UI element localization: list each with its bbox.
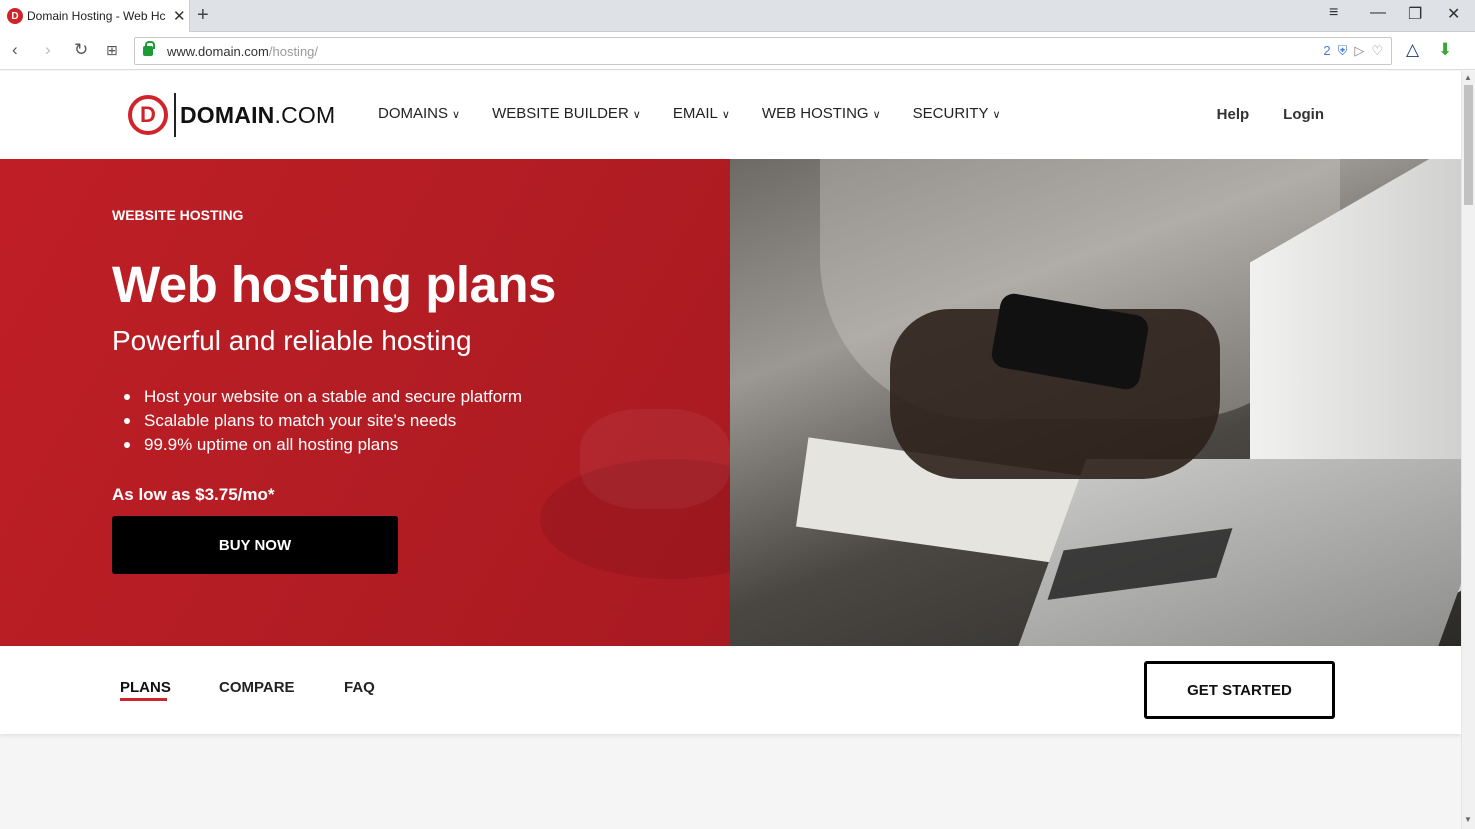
browser-tab-bar: D Domain Hosting - Web Hc ✕ + ≡ — ❐ ✕ <box>0 0 1475 32</box>
chevron-down-icon: ∨ <box>452 109 461 121</box>
buy-now-button[interactable]: BUY NOW <box>112 516 398 574</box>
list-item: Host your website on a stable and secure… <box>124 385 522 409</box>
lock-icon <box>143 41 155 56</box>
scroll-thumb[interactable] <box>1464 85 1473 205</box>
hero-section: WEBSITE HOSTING Web hosting plans Powerf… <box>0 159 1461 646</box>
get-started-button[interactable]: GET STARTED <box>1144 661 1335 719</box>
browser-tab[interactable]: D Domain Hosting - Web Hc ✕ <box>0 0 190 32</box>
scroll-up-icon[interactable]: ▲ <box>1464 73 1472 82</box>
page-scrollbar[interactable]: ▲ ▼ <box>1461 71 1475 829</box>
nav-website-builder[interactable]: WEBSITE BUILDER ∨ <box>492 105 641 122</box>
domain-logo[interactable]: D DOMAIN.COM <box>128 93 335 137</box>
hero-subtitle: Powerful and reliable hosting <box>112 325 472 356</box>
shield-icon[interactable]: ⛨ <box>1338 43 1348 59</box>
main-nav: DOMAINS ∨ WEBSITE BUILDER ∨ EMAIL ∨ WEB HOS… <box>378 105 1033 122</box>
address-bar[interactable]: www.domain.com/hosting/ 2 ⛨ ▷ ♡ <box>134 37 1392 65</box>
logo-divider <box>174 93 176 137</box>
minimize-icon[interactable]: — <box>1370 4 1386 22</box>
nav-security[interactable]: SECURITY ∨ <box>913 105 1001 122</box>
domain-favicon-icon: D <box>7 8 23 24</box>
site-header: D DOMAIN.COM DOMAINS ∨ WEBSITE BUILDER ∨ E… <box>0 71 1461 159</box>
hero-photo <box>730 159 1461 646</box>
shield-badge-count[interactable]: 2 <box>1323 43 1330 59</box>
chevron-down-icon: ∨ <box>992 109 1001 121</box>
list-item: Scalable plans to match your site's need… <box>124 409 522 433</box>
apps-grid-icon[interactable]: ⊞ <box>106 42 118 59</box>
new-tab-button[interactable]: + <box>197 4 209 27</box>
restore-icon[interactable]: ❐ <box>1408 4 1422 24</box>
close-window-icon[interactable]: ✕ <box>1447 4 1460 24</box>
tab-plans[interactable]: PLANS <box>120 679 171 696</box>
list-item: 99.9% uptime on all hosting plans <box>124 433 522 457</box>
download-icon[interactable]: ⬇ <box>1438 40 1452 60</box>
heart-icon[interactable]: ♡ <box>1371 43 1383 59</box>
chevron-down-icon: ∨ <box>872 109 881 121</box>
chevron-down-icon: ∨ <box>632 109 641 121</box>
scroll-down-icon[interactable]: ▼ <box>1464 815 1472 824</box>
hero-bg-shape <box>580 409 730 509</box>
browser-toolbar: ‹ › ↻ ⊞ www.domain.com/hosting/ 2 ⛨ ▷ ♡ … <box>0 32 1475 70</box>
tab-title: Domain Hosting - Web Hc <box>27 9 166 23</box>
logo-mark-icon: D <box>128 95 168 135</box>
reload-icon[interactable]: ↻ <box>74 40 88 60</box>
hero-eyebrow: WEBSITE HOSTING <box>112 207 244 223</box>
price-text: As low as $3.75/mo* <box>112 485 275 504</box>
chevron-down-icon: ∨ <box>721 109 730 121</box>
forward-icon[interactable]: › <box>45 40 51 60</box>
tab-faq[interactable]: FAQ <box>344 679 375 696</box>
web-page: D DOMAIN.COM DOMAINS ∨ WEBSITE BUILDER ∨ E… <box>0 71 1461 829</box>
nav-web-hosting[interactable]: WEB HOSTING ∨ <box>762 105 881 122</box>
logo-wordmark: DOMAIN.COM <box>180 101 336 128</box>
utility-nav: Help Login <box>1217 106 1324 123</box>
hero-feature-list: Host your website on a stable and secure… <box>124 385 522 457</box>
close-tab-icon[interactable]: ✕ <box>173 7 186 25</box>
tab-compare[interactable]: COMPARE <box>219 679 295 696</box>
login-link[interactable]: Login <box>1283 106 1324 123</box>
extension-triangle-icon[interactable]: △ <box>1406 40 1419 60</box>
back-icon[interactable]: ‹ <box>12 40 18 60</box>
help-link[interactable]: Help <box>1217 106 1250 123</box>
active-tab-indicator <box>120 698 167 701</box>
tab-menu-icon[interactable]: ≡ <box>1329 4 1338 22</box>
send-icon[interactable]: ▷ <box>1354 43 1364 59</box>
section-subnav: PLANS COMPARE FAQ GET STARTED <box>0 646 1461 734</box>
nav-email[interactable]: EMAIL ∨ <box>673 105 730 122</box>
url-text: www.domain.com/hosting/ <box>167 43 319 59</box>
hero-title: Web hosting plans <box>112 256 556 313</box>
nav-domains[interactable]: DOMAINS ∨ <box>378 105 460 122</box>
